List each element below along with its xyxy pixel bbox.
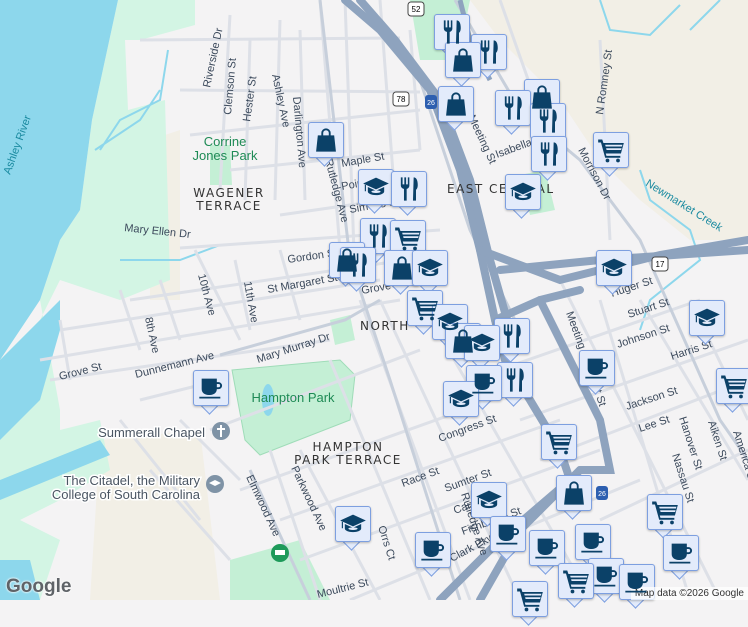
label-park-terrace: PARK TERRACE <box>294 453 402 467</box>
label-wagener: WAGENER <box>193 186 264 200</box>
chapel-icon[interactable] <box>212 422 230 440</box>
graduation-cap-icon <box>509 178 537 206</box>
coffee-cup-icon <box>583 354 611 382</box>
shopping-cart-icon <box>394 224 422 252</box>
label-north: NORTH <box>360 319 410 333</box>
shopping-bag-icon <box>442 90 470 118</box>
cafe-marker[interactable] <box>415 532 451 578</box>
graduation-cap-icon <box>468 329 496 357</box>
graduation-cap-icon <box>362 173 390 201</box>
fork-knife-icon <box>534 107 562 135</box>
grocery-marker[interactable] <box>647 494 683 540</box>
shopping-bag-icon <box>388 254 416 282</box>
school-marker[interactable] <box>443 381 479 427</box>
grocery-marker[interactable] <box>593 132 629 178</box>
shopping-cart-icon <box>545 428 573 456</box>
label-terrace: TERRACE <box>195 199 262 213</box>
grocery-marker[interactable] <box>558 563 594 609</box>
grocery-marker[interactable] <box>716 368 748 414</box>
shield-us-17: 17 <box>651 256 669 272</box>
fork-knife-icon <box>344 251 372 279</box>
shopping-marker[interactable] <box>445 42 481 88</box>
label-hampton: HAMPTON <box>312 440 383 454</box>
coffee-cup-icon <box>579 528 607 556</box>
shopping-cart-icon <box>651 498 679 526</box>
svg-text:26: 26 <box>598 491 606 498</box>
svg-text:17: 17 <box>656 260 665 269</box>
school-marker[interactable] <box>689 300 725 346</box>
graduation-cap-icon <box>475 486 503 514</box>
school-marker[interactable] <box>505 174 541 220</box>
shopping-cart-icon <box>411 294 439 322</box>
cafe-marker[interactable] <box>663 535 699 581</box>
cafe-marker[interactable] <box>579 350 615 396</box>
label-citadel-line2[interactable]: College of South Carolina <box>50 486 202 504</box>
restaurant-marker[interactable] <box>391 171 427 217</box>
graduation-cap-icon <box>447 385 475 413</box>
coffee-cup-icon <box>494 520 522 548</box>
shopping-marker[interactable] <box>438 86 474 132</box>
shopping-cart-icon <box>516 585 544 613</box>
coffee-cup-icon <box>419 536 447 564</box>
shopping-bag-icon <box>560 479 588 507</box>
graduation-cap-icon <box>600 254 628 282</box>
fork-knife-icon <box>499 94 527 122</box>
fork-knife-icon <box>498 322 526 350</box>
shopping-bag-icon <box>449 46 477 74</box>
shield-us-52: 52 <box>407 1 425 17</box>
cafe-marker[interactable] <box>619 564 655 610</box>
fork-knife-icon <box>364 222 392 250</box>
fork-knife-icon <box>395 175 423 203</box>
restaurant-marker[interactable] <box>495 90 531 136</box>
graduation-cap-icon <box>416 254 444 282</box>
label-jones-park: Jones Park <box>192 148 258 163</box>
school-marker[interactable] <box>358 169 394 215</box>
shopping-cart-icon <box>562 567 590 595</box>
coffee-cup-icon <box>623 568 651 596</box>
shopping-cart-icon <box>720 372 748 400</box>
label-hampton-park: Hampton Park <box>251 390 335 405</box>
svg-text:78: 78 <box>397 95 406 104</box>
restaurant-marker[interactable] <box>340 247 376 293</box>
coffee-cup-icon <box>592 562 620 590</box>
cafe-marker[interactable] <box>490 516 526 562</box>
school-marker[interactable] <box>596 250 632 296</box>
shopping-marker[interactable] <box>308 122 344 168</box>
shield-i-26-north: 26 <box>425 95 437 109</box>
coffee-cup-icon <box>533 534 561 562</box>
fork-knife-icon <box>438 18 466 46</box>
label-summerall-chapel[interactable]: Summerall Chapel <box>97 424 207 442</box>
map-canvas[interactable]: 52 78 26 17 26 Ashley River Newmarket Cr… <box>0 0 748 600</box>
school-marker[interactable] <box>335 506 371 552</box>
svg-text:26: 26 <box>427 100 435 107</box>
label-citadel-line1[interactable]: The Citadel, the Military <box>62 472 202 490</box>
restaurant-marker[interactable] <box>497 362 533 408</box>
google-logo: Google <box>6 576 72 597</box>
svg-text:52: 52 <box>412 5 421 14</box>
fork-knife-icon <box>501 366 529 394</box>
graduation-cap-icon <box>693 304 721 332</box>
shopping-bag-icon <box>312 126 340 154</box>
sand-area-south <box>90 430 220 600</box>
playground-icon[interactable] <box>271 544 289 562</box>
fork-knife-icon <box>475 38 503 66</box>
shield-us-78: 78 <box>392 91 410 107</box>
fork-knife-icon <box>535 140 563 168</box>
label-corrine: Corrine <box>204 134 247 149</box>
graduation-cap-icon <box>339 510 367 538</box>
coffee-cup-icon <box>667 539 695 567</box>
shopping-cart-icon <box>597 136 625 164</box>
cafe-marker[interactable] <box>193 370 229 416</box>
grocery-marker[interactable] <box>512 581 548 627</box>
university-icon[interactable] <box>206 475 224 493</box>
shield-i-26-south: 26 <box>596 486 608 500</box>
coffee-cup-icon <box>197 374 225 402</box>
grocery-marker[interactable] <box>541 424 577 470</box>
shopping-marker[interactable] <box>556 475 592 521</box>
